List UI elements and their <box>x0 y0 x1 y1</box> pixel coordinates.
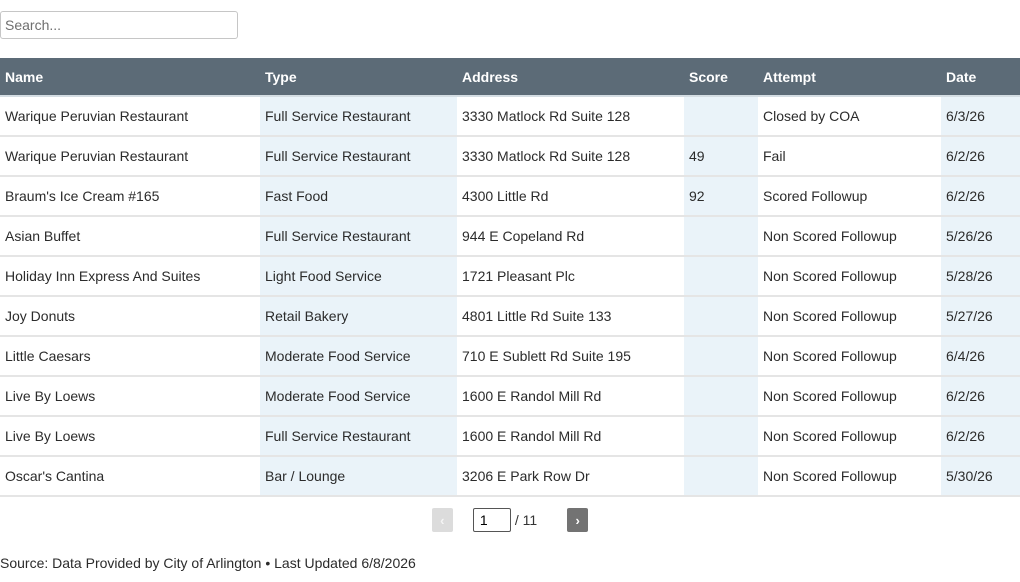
cell-address: 3330 Matlock Rd Suite 128 <box>457 136 684 177</box>
cell-date: 6/2/26 <box>941 376 1020 417</box>
column-header-date[interactable]: Date <box>941 58 1020 97</box>
cell-attempt: Non Scored Followup <box>758 416 941 457</box>
cell-address: 944 E Copeland Rd <box>457 216 684 257</box>
cell-attempt: Closed by COA <box>758 96 941 137</box>
cell-address: 1600 E Randol Mill Rd <box>457 416 684 457</box>
table-row[interactable]: Little Caesars Moderate Food Service 710 E… <box>0 336 1020 377</box>
cell-attempt: Fail <box>758 136 941 177</box>
column-header-attempt[interactable]: Attempt <box>758 58 941 97</box>
data-source-note: Source: Data Provided by City of Arlingt… <box>0 555 416 571</box>
cell-attempt: Non Scored Followup <box>758 296 941 337</box>
page-total: / 11 <box>514 512 538 528</box>
cell-address: 4300 Little Rd <box>457 176 684 217</box>
column-header-address[interactable]: Address <box>457 58 684 97</box>
cell-score: 92 <box>684 176 758 217</box>
cell-score <box>684 376 758 417</box>
cell-date: 5/27/26 <box>941 296 1020 337</box>
previous-page-button[interactable]: ‹ <box>431 508 453 532</box>
cell-type: Light Food Service <box>260 256 457 297</box>
cell-type: Full Service Restaurant <box>260 136 457 177</box>
column-header-name[interactable]: Name <box>0 58 260 97</box>
cell-type: Moderate Food Service <box>260 336 457 377</box>
cell-date: 6/2/26 <box>941 416 1020 457</box>
cell-name: Asian Buffet <box>0 216 260 257</box>
cell-name: Holiday Inn Express And Suites <box>0 256 260 297</box>
cell-score <box>684 336 758 377</box>
table-row[interactable]: Live By Loews Moderate Food Service 1600 E… <box>0 376 1020 417</box>
cell-name: Oscar's Cantina <box>0 456 260 497</box>
column-header-type[interactable]: Type <box>260 58 457 97</box>
table-row[interactable]: Warique Peruvian Restaurant Full Service … <box>0 96 1020 137</box>
cell-date: 5/30/26 <box>941 456 1020 497</box>
cell-attempt: Non Scored Followup <box>758 256 941 297</box>
cell-score <box>684 96 758 137</box>
search-input[interactable] <box>0 11 238 39</box>
table-row[interactable]: Warique Peruvian Restaurant Full Service … <box>0 136 1020 177</box>
cell-attempt: Non Scored Followup <box>758 456 941 497</box>
cell-address: 4801 Little Rd Suite 133 <box>457 296 684 337</box>
cell-type: Full Service Restaurant <box>260 96 457 137</box>
next-page-button[interactable]: › <box>567 508 589 532</box>
column-header-score[interactable]: Score <box>684 58 758 97</box>
cell-date: 6/3/26 <box>941 96 1020 137</box>
cell-type: Fast Food <box>260 176 457 217</box>
pagination: ‹ / 11 › <box>0 508 1020 532</box>
cell-attempt: Scored Followup <box>758 176 941 217</box>
cell-type: Retail Bakery <box>260 296 457 337</box>
table-row[interactable]: Joy Donuts Retail Bakery 4801 Little Rd Su… <box>0 296 1020 337</box>
cell-type: Moderate Food Service <box>260 376 457 417</box>
cell-name: Live By Loews <box>0 416 260 457</box>
cell-date: 5/26/26 <box>941 216 1020 257</box>
cell-date: 5/28/26 <box>941 256 1020 297</box>
cell-score <box>684 256 758 297</box>
cell-address: 3206 E Park Row Dr <box>457 456 684 497</box>
table-row[interactable]: Asian Buffet Full Service Restaurant 944 E… <box>0 216 1020 257</box>
cell-type: Full Service Restaurant <box>260 216 457 257</box>
cell-address: 3330 Matlock Rd Suite 128 <box>457 96 684 137</box>
table-row[interactable]: Live By Loews Full Service Restaurant 1600… <box>0 416 1020 457</box>
table-row[interactable]: Oscar's Cantina Bar / Lounge 3206 E Park R… <box>0 456 1020 497</box>
page-number-input[interactable] <box>472 508 511 532</box>
cell-type: Full Service Restaurant <box>260 416 457 457</box>
cell-attempt: Non Scored Followup <box>758 376 941 417</box>
cell-score <box>684 296 758 337</box>
cell-date: 6/2/26 <box>941 136 1020 177</box>
table-row[interactable]: Braum's Ice Cream #165 Fast Food 4300 Litt… <box>0 176 1020 217</box>
cell-score <box>684 456 758 497</box>
inspection-table: Name Type Address Score Attempt Date War… <box>0 58 1020 497</box>
cell-address: 1600 E Randol Mill Rd <box>457 376 684 417</box>
cell-attempt: Non Scored Followup <box>758 216 941 257</box>
table-row[interactable]: Holiday Inn Express And Suites Light Food… <box>0 256 1020 297</box>
cell-address: 710 E Sublett Rd Suite 195 <box>457 336 684 377</box>
cell-address: 1721 Pleasant Plc <box>457 256 684 297</box>
cell-type: Bar / Lounge <box>260 456 457 497</box>
cell-score: 49 <box>684 136 758 177</box>
cell-name: Little Caesars <box>0 336 260 377</box>
cell-score <box>684 216 758 257</box>
cell-name: Braum's Ice Cream #165 <box>0 176 260 217</box>
cell-date: 6/2/26 <box>941 176 1020 217</box>
cell-name: Warique Peruvian Restaurant <box>0 96 260 137</box>
cell-name: Live By Loews <box>0 376 260 417</box>
cell-name: Joy Donuts <box>0 296 260 337</box>
cell-score <box>684 416 758 457</box>
cell-attempt: Non Scored Followup <box>758 336 941 377</box>
cell-date: 6/4/26 <box>941 336 1020 377</box>
cell-name: Warique Peruvian Restaurant <box>0 136 260 177</box>
table-header-row: Name Type Address Score Attempt Date <box>0 58 1020 97</box>
